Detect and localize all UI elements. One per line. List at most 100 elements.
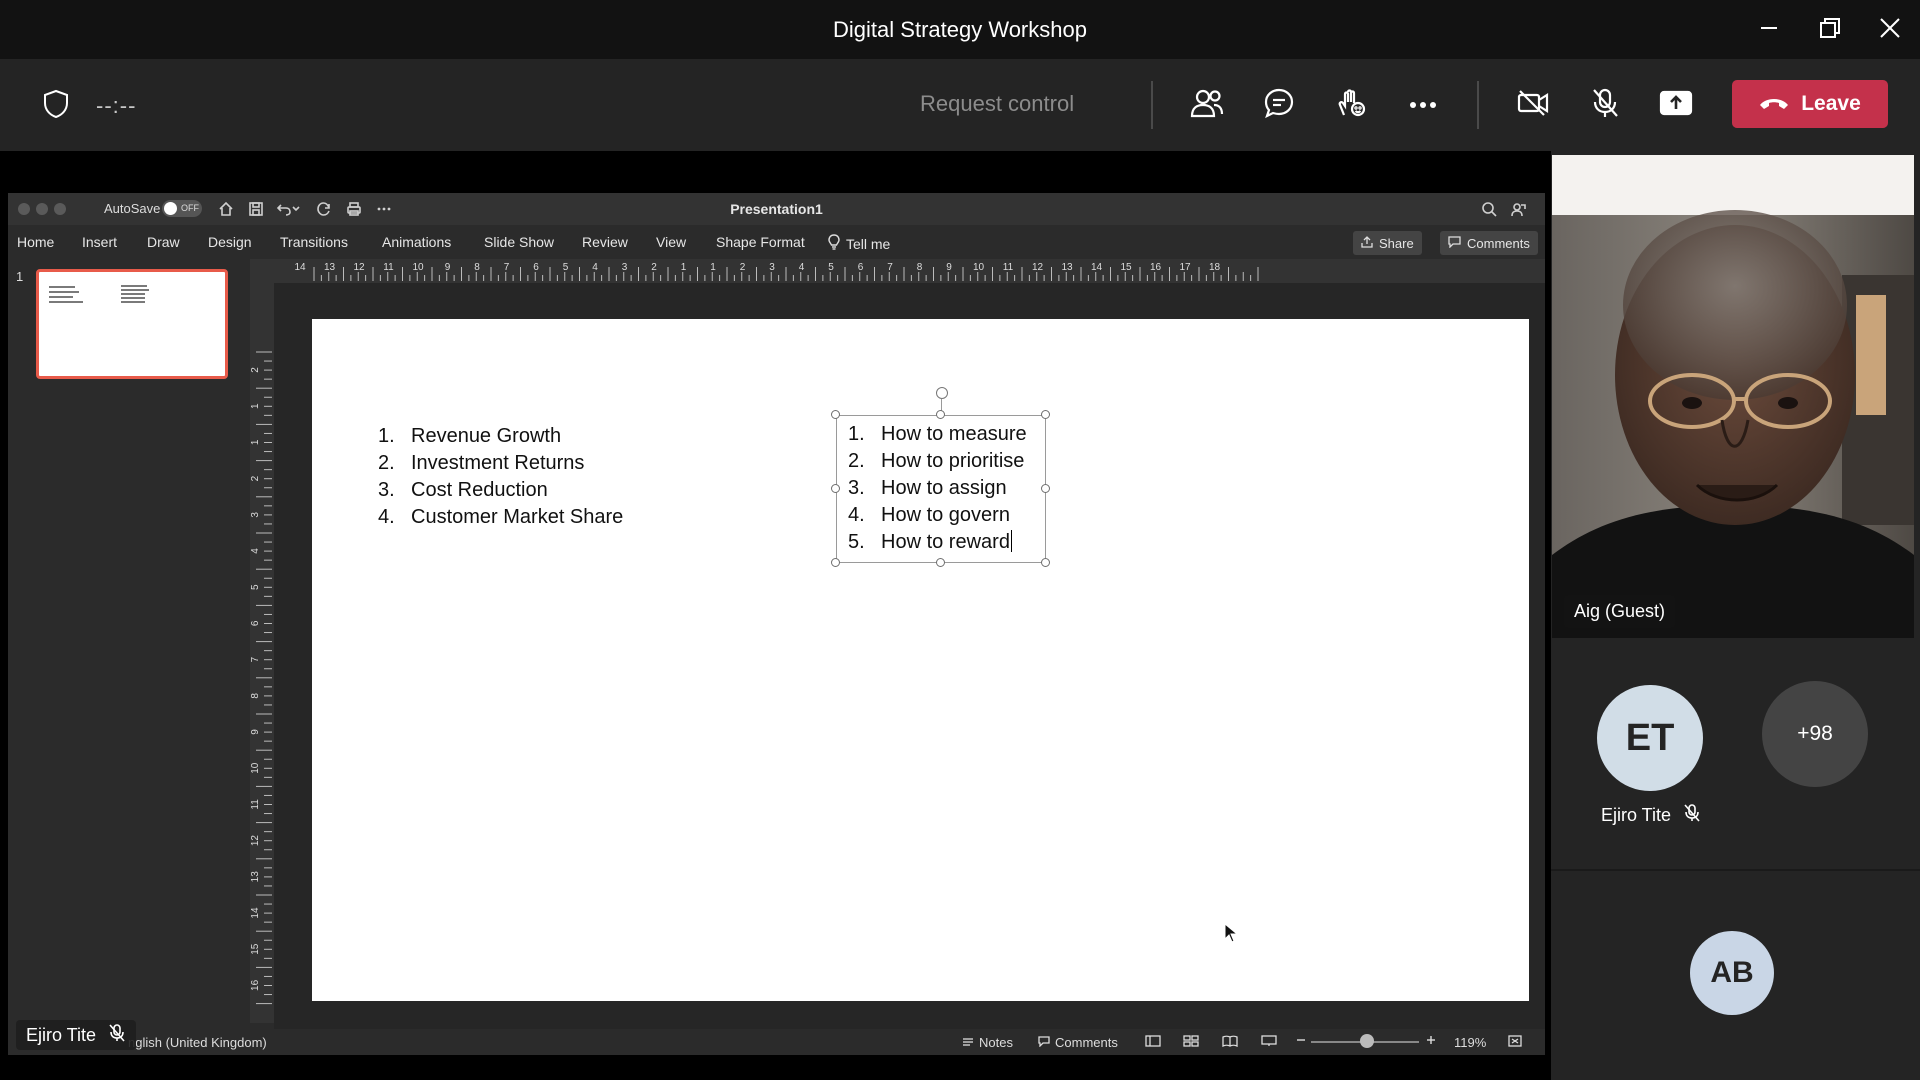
- thumb-text-line: [121, 297, 145, 299]
- ribbon-share-button[interactable]: Share: [1353, 231, 1422, 255]
- participant-video-tile[interactable]: Aig (Guest): [1552, 155, 1914, 638]
- reactions-button[interactable]: [1331, 85, 1371, 125]
- avatar-ab[interactable]: AB: [1690, 931, 1774, 1015]
- chat-button[interactable]: [1259, 85, 1299, 125]
- ruler-label: 4: [250, 548, 261, 554]
- people-icon: [1190, 88, 1224, 123]
- rotate-handle-icon[interactable]: [936, 387, 948, 399]
- ribbon-comments-button[interactable]: Comments: [1440, 231, 1538, 255]
- zoom-in-icon[interactable]: [1426, 1035, 1436, 1045]
- share-label: Share: [1379, 235, 1414, 251]
- close-button[interactable]: [1872, 12, 1908, 44]
- status-comments-button[interactable]: Comments: [1038, 1035, 1118, 1050]
- search-icon[interactable]: [1479, 199, 1499, 219]
- mouse-cursor-icon: [1224, 922, 1239, 948]
- zoom-level[interactable]: 119%: [1454, 1035, 1486, 1050]
- camera-toggle-button[interactable]: [1513, 85, 1553, 125]
- leave-button[interactable]: Leave: [1732, 80, 1888, 128]
- ruler-label: 13: [250, 871, 261, 883]
- ruler-label: 7: [504, 262, 510, 273]
- tab-transitions[interactable]: Transitions: [280, 234, 348, 250]
- tab-review[interactable]: Review: [582, 234, 628, 250]
- slide-thumbnail[interactable]: [36, 269, 228, 379]
- list-item[interactable]: 2. How to prioritise: [848, 448, 1027, 475]
- tab-animations[interactable]: Animations: [382, 234, 451, 250]
- window-title: Digital Strategy Workshop: [833, 17, 1087, 42]
- slide-sorter-icon[interactable]: [1183, 1035, 1199, 1047]
- comment-icon: [1038, 1035, 1050, 1050]
- more-options-button[interactable]: [1403, 85, 1443, 125]
- zoom-slider-thumb[interactable]: [1360, 1034, 1374, 1048]
- ruler-label: 16: [250, 979, 261, 991]
- ruler-label: 2: [651, 262, 657, 273]
- share-screen-button[interactable]: [1656, 85, 1696, 125]
- tell-me-search[interactable]: Tell me: [828, 234, 890, 253]
- normal-view-icon[interactable]: [1145, 1035, 1161, 1047]
- comment-icon: [1448, 235, 1461, 251]
- list-item[interactable]: 3. Cost Reduction: [378, 477, 623, 504]
- vertical-ruler-scale: 2112345678910111213141516: [250, 351, 272, 1005]
- thumb-text-line: [121, 293, 145, 295]
- document-title: Presentation1: [730, 201, 823, 217]
- resize-handle[interactable]: [936, 558, 945, 567]
- list-item[interactable]: 3. How to assign: [848, 475, 1027, 502]
- reading-view-icon[interactable]: [1222, 1035, 1238, 1047]
- meeting-timer: --:--: [96, 93, 137, 118]
- mic-toggle-button[interactable]: [1585, 85, 1625, 125]
- slide-canvas: 1. Revenue Growth 2. Investment Returns 3. Co…: [274, 283, 1545, 1029]
- ruler-label: 3: [250, 512, 261, 518]
- mic-off-icon: [1590, 87, 1620, 124]
- slideshow-icon[interactable]: [1261, 1035, 1277, 1047]
- thumb-text-line: [49, 291, 79, 293]
- list-item-text: Customer Market Share: [411, 506, 624, 528]
- thumb-text-line: [121, 301, 145, 303]
- toolbar-divider: [1151, 81, 1153, 129]
- right-numbered-list[interactable]: 1. How to measure 2. How to prioritise 3. How…: [848, 421, 1027, 556]
- list-item[interactable]: 4. How to govern: [848, 502, 1027, 529]
- ruler-label: 3: [769, 262, 775, 273]
- tab-home[interactable]: Home: [17, 234, 54, 250]
- resize-handle[interactable]: [936, 410, 945, 419]
- fit-slide-icon[interactable]: [1508, 1035, 1522, 1047]
- ruler-label: 4: [592, 262, 598, 273]
- list-item[interactable]: 5. How to reward: [848, 529, 1027, 556]
- tab-design[interactable]: Design: [208, 234, 252, 250]
- toolbar-divider: [1477, 81, 1479, 129]
- tab-insert[interactable]: Insert: [82, 234, 117, 250]
- ppt-titlebar: AutoSave OFF Presentation1: [8, 193, 1545, 225]
- resize-handle[interactable]: [1041, 558, 1050, 567]
- restore-button[interactable]: [1812, 12, 1848, 44]
- title-bar: Digital Strategy Workshop: [0, 0, 1920, 59]
- share-people-icon[interactable]: [1509, 199, 1529, 219]
- resize-handle[interactable]: [1041, 410, 1050, 419]
- notes-button[interactable]: Notes: [962, 1035, 1013, 1050]
- resize-handle[interactable]: [831, 410, 840, 419]
- zoom-out-icon[interactable]: [1296, 1035, 1306, 1045]
- minimize-button[interactable]: [1751, 12, 1787, 44]
- resize-handle[interactable]: [831, 484, 840, 493]
- ruler-label: 1: [250, 403, 261, 409]
- tab-shape-format[interactable]: Shape Format: [716, 234, 805, 250]
- list-item[interactable]: 4. Customer Market Share: [378, 504, 623, 531]
- more-participants-button[interactable]: +98: [1762, 681, 1868, 787]
- notes-icon: [962, 1035, 974, 1050]
- tab-view[interactable]: View: [656, 234, 686, 250]
- avatar-et[interactable]: ET: [1597, 685, 1703, 791]
- request-control-button[interactable]: Request control: [920, 91, 1074, 117]
- status-comments-label: Comments: [1055, 1035, 1118, 1050]
- list-item[interactable]: 1. Revenue Growth: [378, 423, 623, 450]
- resize-handle[interactable]: [831, 558, 840, 567]
- language-status[interactable]: nglish (United Kingdom): [128, 1035, 267, 1050]
- left-numbered-list[interactable]: 1. Revenue Growth 2. Investment Returns 3. Co…: [378, 423, 623, 531]
- resize-handle[interactable]: [1041, 484, 1050, 493]
- list-item[interactable]: 2. Investment Returns: [378, 450, 623, 477]
- slide[interactable]: 1. Revenue Growth 2. Investment Returns 3. Co…: [312, 319, 1529, 1001]
- participants-panel: Aig (Guest) ET +98 Ejiro Tite AB: [1551, 151, 1920, 1080]
- tab-slide-show[interactable]: Slide Show: [484, 234, 554, 250]
- horizontal-ruler: 14 13 12 11 10 9 8 7 6 5 4 3 2 1 1 2 3 4 5 6 7 8 9 10 11 12 13 14 15…: [250, 259, 1545, 283]
- people-button[interactable]: [1187, 85, 1227, 125]
- list-item[interactable]: 1. How to measure: [848, 421, 1027, 448]
- ruler-label: 8: [917, 262, 923, 273]
- thumb-text-line: [49, 301, 83, 303]
- tab-draw[interactable]: Draw: [147, 234, 180, 250]
